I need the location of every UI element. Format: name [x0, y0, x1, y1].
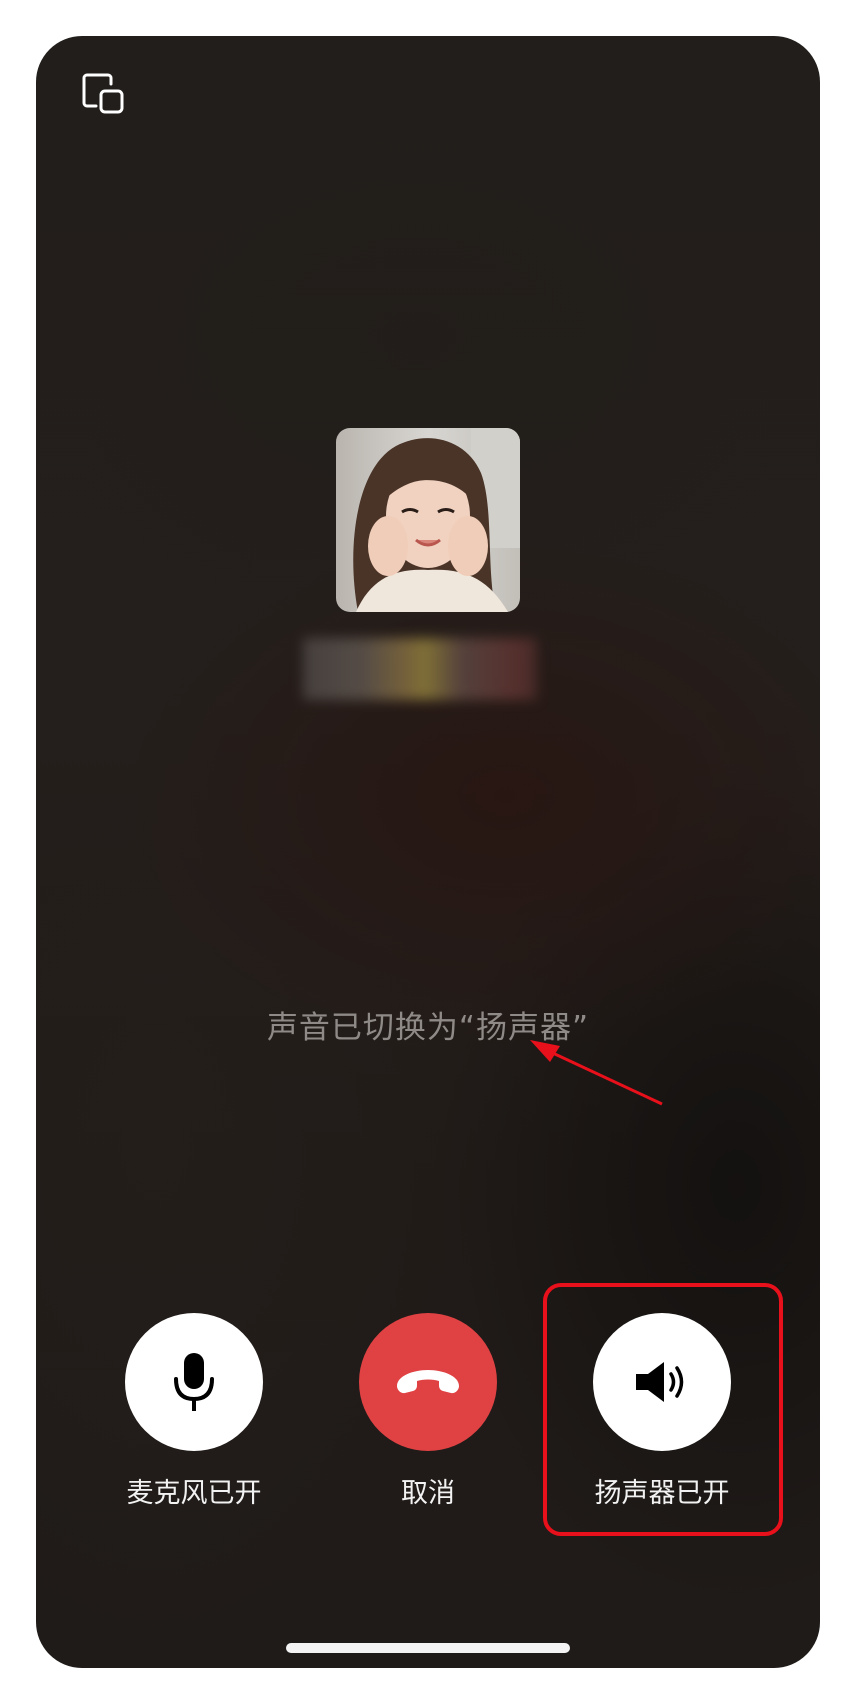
hang-up-icon: [397, 1370, 459, 1394]
annotation-arrow-icon: [530, 1040, 663, 1106]
cancel-control[interactable]: 取消: [338, 1313, 518, 1510]
caller-avatar: [336, 428, 520, 612]
caller-name-obscured: [303, 638, 537, 700]
microphone-label: 麦克风已开: [126, 1478, 262, 1509]
hang-up-button[interactable]: [359, 1313, 497, 1451]
microphone-button[interactable]: [125, 1313, 263, 1451]
picture-in-picture-icon[interactable]: [80, 70, 128, 118]
speaker-highlight-box: [543, 1283, 783, 1536]
audio-route-status: 声音已切换为“扬声器”: [266, 1010, 590, 1046]
home-indicator[interactable]: [286, 1643, 570, 1653]
microphone-control[interactable]: 麦克风已开: [104, 1313, 284, 1510]
microphone-icon: [174, 1353, 214, 1411]
cancel-label: 取消: [401, 1478, 455, 1509]
